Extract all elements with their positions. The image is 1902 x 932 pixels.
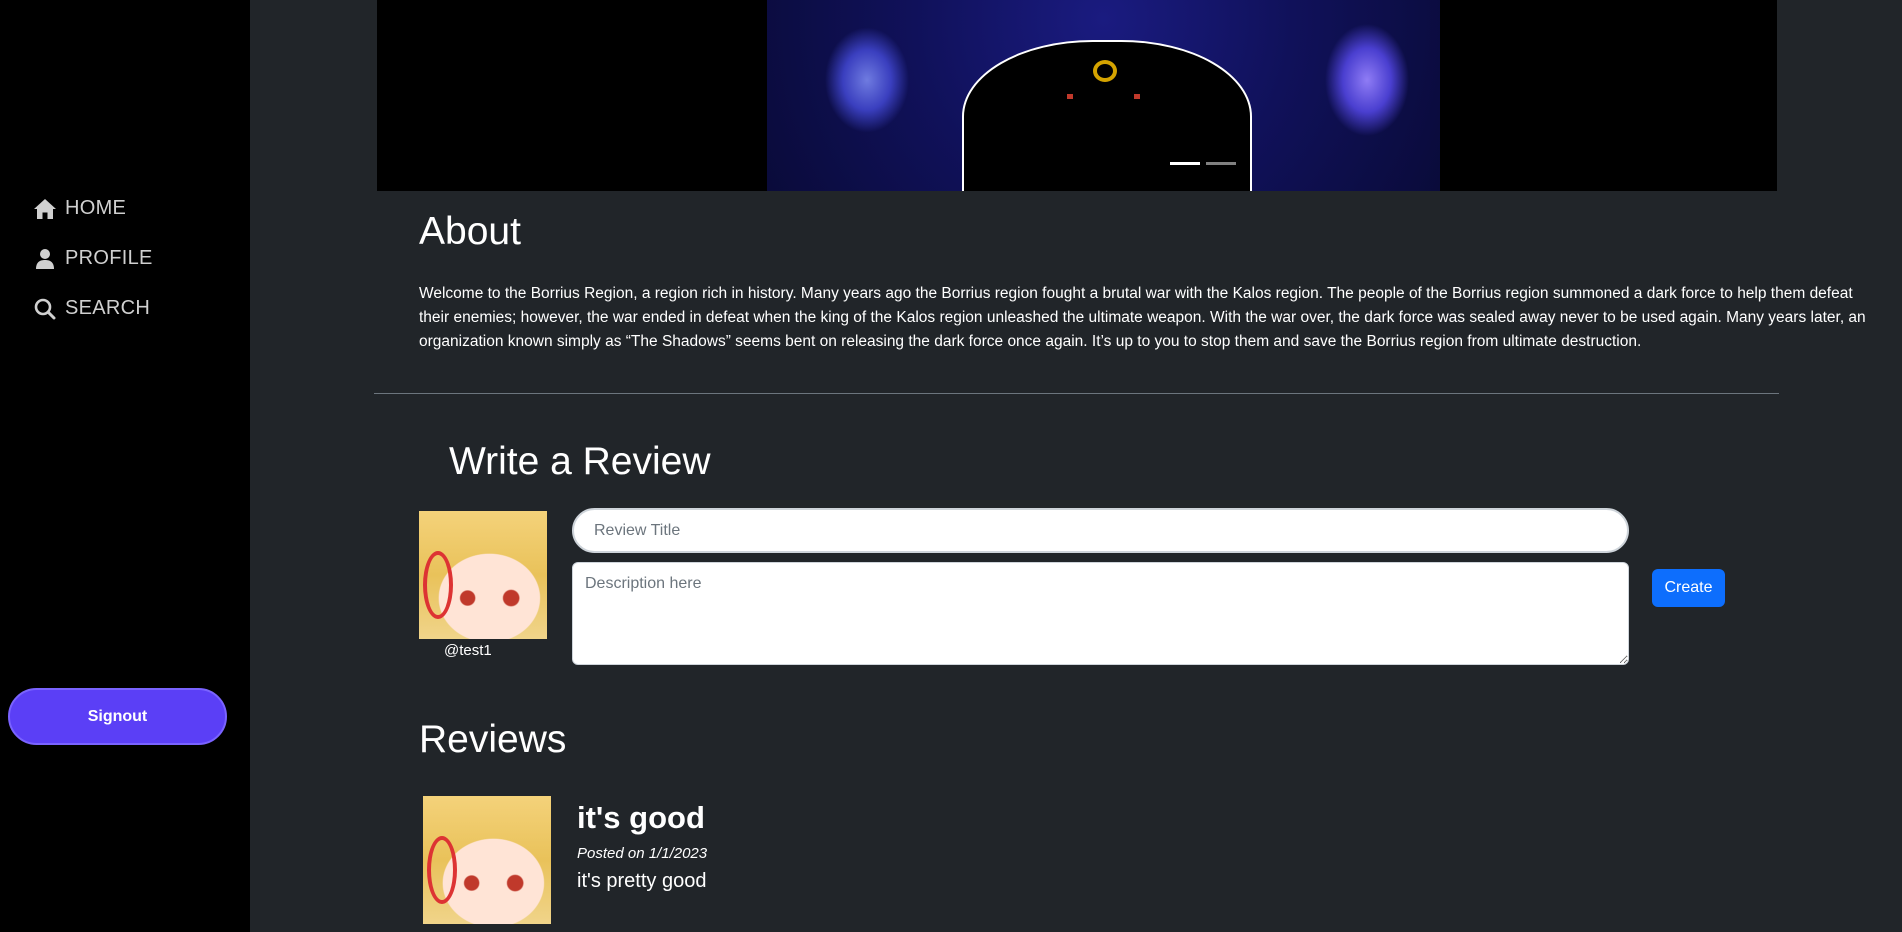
carousel-banner (377, 0, 1777, 191)
review-body: it's pretty good (577, 870, 707, 892)
review-description-input[interactable] (572, 562, 1629, 665)
main-content: About Welcome to the Borrius Region, a r… (250, 0, 1902, 932)
section-divider (374, 393, 1779, 394)
about-line: Welcome to the Borrius Region, a region … (419, 285, 1853, 302)
write-review-heading: Write a Review (449, 440, 711, 483)
review-title: it's good (577, 800, 705, 835)
home-icon (34, 198, 56, 219)
sidebar-item-search[interactable]: SEARCH (33, 296, 153, 321)
carousel-indicator-2[interactable] (1206, 162, 1236, 165)
about-heading: About (419, 210, 521, 253)
review-posted-date: Posted on 1/1/2023 (577, 845, 707, 862)
about-line: organization known simply as “The Shadow… (419, 333, 1642, 350)
banner-eye-shape (1067, 94, 1073, 99)
carousel-indicators (1170, 162, 1236, 165)
banner-ring-shape (1093, 60, 1117, 82)
search-icon (34, 298, 56, 319)
person-icon (36, 248, 54, 269)
review-avatar (423, 796, 551, 924)
review-title-input[interactable] (572, 508, 1629, 553)
review-date: 1/1/2023 (648, 845, 708, 862)
banner-image (767, 0, 1440, 191)
about-line: their enemies; however, the war ended in… (419, 309, 1866, 326)
about-text: Welcome to the Borrius Region, a region … (419, 282, 1902, 354)
sidebar-item-profile[interactable]: PROFILE (33, 246, 153, 271)
sidebar-item-label: PROFILE (65, 247, 153, 269)
review-posted-prefix: Posted on (577, 845, 649, 862)
signout-button[interactable]: Signout (8, 688, 227, 745)
sidebar-item-home[interactable]: HOME (33, 196, 153, 221)
sidebar: HOME PROFILE SEARCH Signout (0, 0, 250, 932)
sidebar-item-label: HOME (65, 197, 127, 219)
sidebar-nav: HOME PROFILE SEARCH (33, 196, 153, 321)
username: @test1 (444, 642, 492, 659)
banner-eye-shape (1134, 94, 1140, 99)
avatar (419, 511, 547, 639)
create-button[interactable]: Create (1652, 569, 1725, 607)
sidebar-item-label: SEARCH (65, 297, 151, 319)
carousel-indicator-1[interactable] (1170, 162, 1200, 165)
reviews-heading: Reviews (419, 718, 567, 761)
